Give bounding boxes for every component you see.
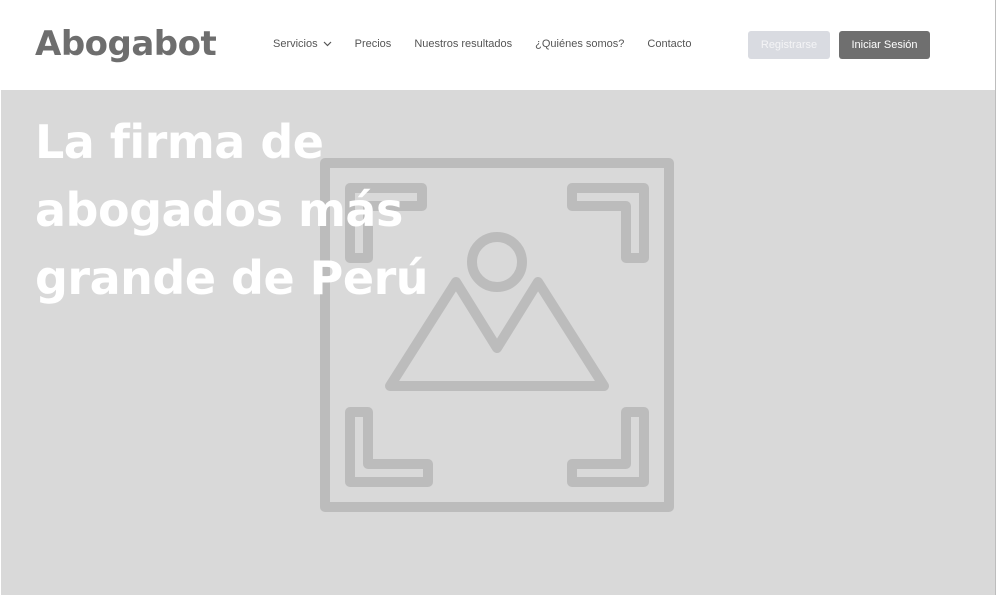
hero-title: La firma de abogados más grande de Perú: [35, 108, 475, 312]
nav-item-label: Servicios: [273, 38, 318, 50]
logo[interactable]: Abogabot: [35, 22, 217, 66]
nav-item-label: Precios: [354, 38, 392, 50]
nav-item-servicios[interactable]: Servicios: [273, 38, 332, 50]
hero-title-line: La firma de: [35, 115, 324, 169]
nav-item-label: ¿Quiénes somos?: [535, 38, 625, 50]
register-button[interactable]: Registrarse: [748, 31, 830, 59]
site-header: Abogabot Servicios Precios Nuestros resu…: [0, 0, 996, 90]
main-nav: Servicios Precios Nuestros resultados ¿Q…: [273, 34, 691, 54]
nav-item-label: Nuestros resultados: [414, 38, 513, 50]
nav-item-contacto[interactable]: Contacto: [647, 38, 691, 50]
chevron-down-icon: [323, 41, 332, 47]
nav-item-precios[interactable]: Precios: [355, 38, 392, 50]
hero-title-line: grande de Perú: [35, 251, 429, 305]
nav-item-resultados[interactable]: Nuestros resultados: [414, 38, 512, 50]
nav-item-quienes-somos[interactable]: ¿Quiénes somos?: [535, 38, 624, 50]
nav-item-label: Contacto: [647, 38, 692, 50]
login-button[interactable]: Iniciar Sesión: [839, 31, 930, 59]
hero-title-line: abogados más: [35, 183, 403, 237]
